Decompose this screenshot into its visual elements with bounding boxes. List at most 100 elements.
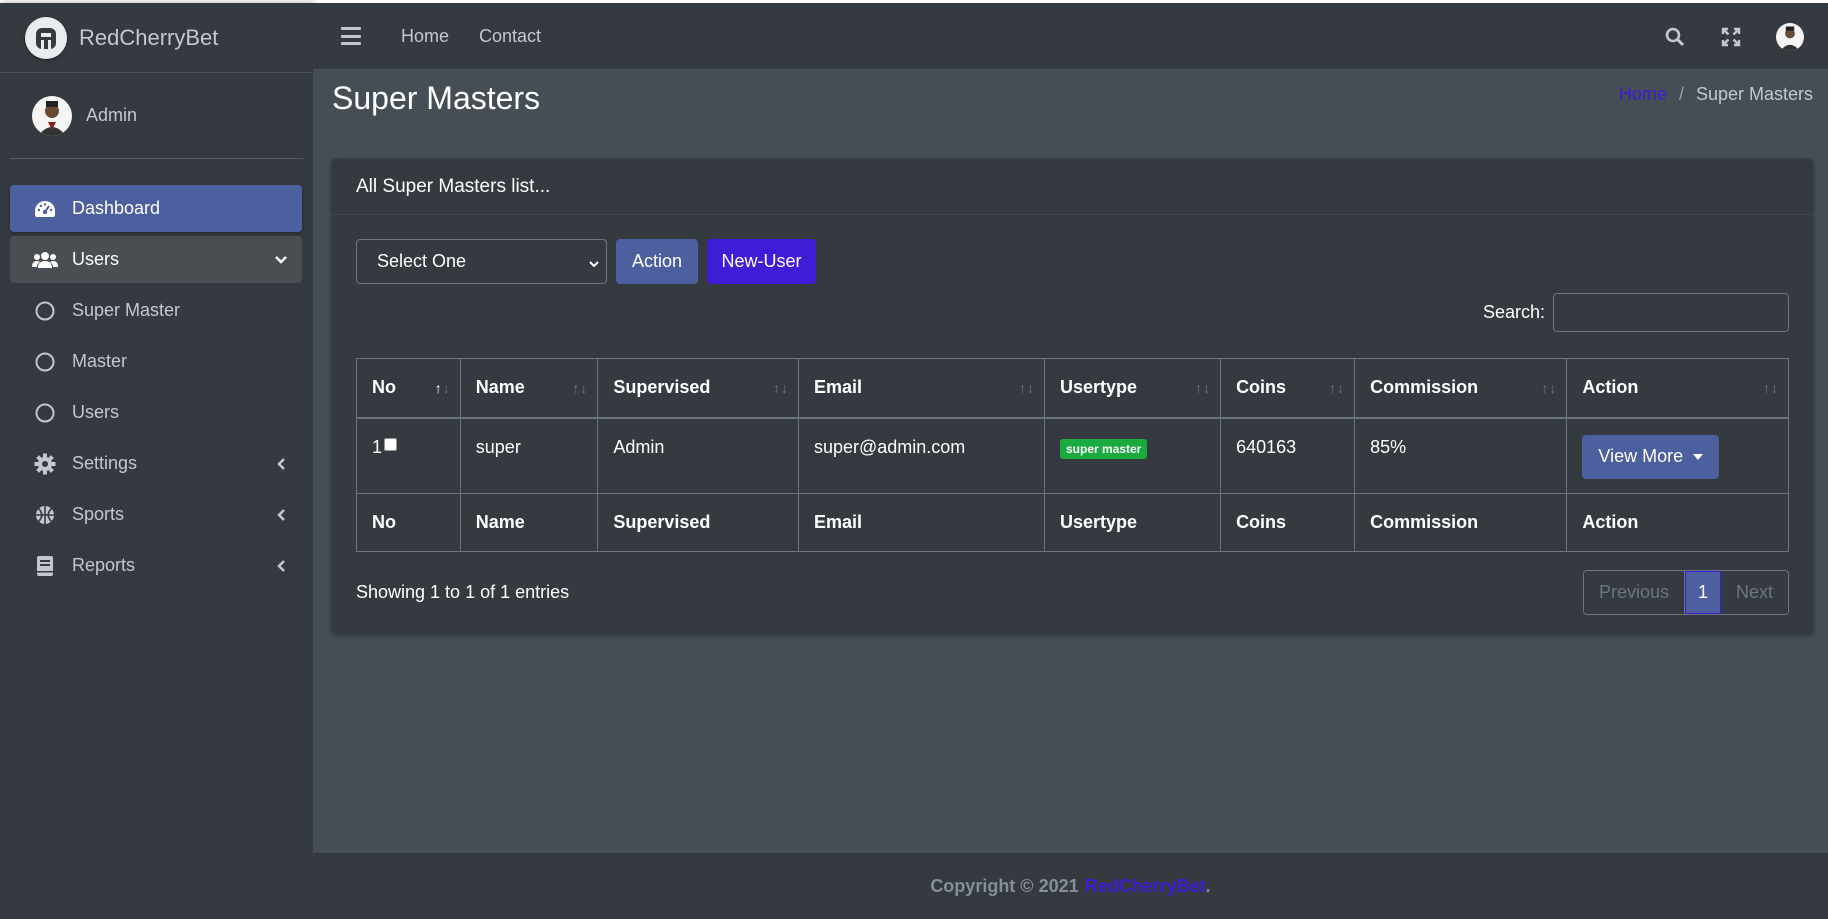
search-icon[interactable] <box>1664 26 1686 48</box>
view-more-dropdown-button[interactable]: View More <box>1582 434 1720 479</box>
pagination-previous[interactable]: Previous <box>1583 571 1685 614</box>
sort-icon: ↑ ↓ <box>572 379 588 396</box>
usertype-badge: super master <box>1059 438 1148 459</box>
nav-link-home[interactable]: Home <box>401 26 449 47</box>
row-checkbox[interactable] <box>384 438 398 452</box>
pagination-page-1[interactable]: 1 <box>1684 571 1721 614</box>
sidebar-item-label: Users <box>72 249 120 269</box>
circle-icon <box>32 402 58 424</box>
pagination: Previous 1 Next <box>1582 570 1789 615</box>
top-navbar: Home Contact <box>313 3 1828 70</box>
column-header-usertype[interactable]: Usertype ↑ ↓ <box>1043 358 1222 419</box>
sidebar-item-label: Master <box>72 351 128 371</box>
footer-header-action: Action <box>1566 493 1789 552</box>
footer-header-supervised: Supervised <box>597 493 799 552</box>
footer-header-email: Email <box>797 493 1045 552</box>
sidebar-item-label: Sports <box>72 504 125 524</box>
pagination-next[interactable]: Next <box>1720 571 1788 614</box>
sidebar-item-super-master[interactable]: Super Master <box>10 287 302 334</box>
footer-copyright: Copyright © 2021 <box>930 875 1079 896</box>
cell-action: View More <box>1566 417 1789 494</box>
sort-asc-icon: ↑ ↓ <box>434 379 450 396</box>
cell-supervised: Admin <box>597 417 799 494</box>
footer-header-no: No <box>356 493 461 552</box>
sort-icon: ↑ ↓ <box>1329 379 1345 396</box>
caret-down-icon <box>1693 453 1704 460</box>
bulk-action-controls: Select One Action New-User <box>356 239 816 284</box>
new-user-button[interactable]: New-User <box>707 239 816 284</box>
footer-header-commission: Commission <box>1354 493 1568 552</box>
sidebar-item-sports[interactable]: Sports <box>10 491 302 538</box>
column-header-name[interactable]: Name ↑ ↓ <box>459 358 599 419</box>
users-icon <box>32 249 58 271</box>
breadcrumb-separator: / <box>1678 84 1684 104</box>
footer-brand-link[interactable]: RedCherryBet <box>1085 876 1206 897</box>
column-header-action[interactable]: Action ↑ ↓ <box>1566 358 1789 419</box>
chevron-left-icon <box>274 508 288 522</box>
breadcrumb: Home / Super Masters <box>1619 84 1813 105</box>
sidebar-item-users-list[interactable]: Users <box>10 389 302 436</box>
table-row: 1 super Admin super@admin.com super mast… <box>356 417 1789 494</box>
chevron-down-icon <box>588 255 600 276</box>
brand-name: RedCherryBet <box>79 24 219 50</box>
sidebar-item-settings[interactable]: Settings <box>10 440 302 487</box>
page-footer: Copyright © 2021 RedCherryBet . <box>313 853 1828 919</box>
circle-icon <box>32 300 58 322</box>
brand-logo-icon <box>25 16 67 59</box>
nav-link-contact[interactable]: Contact <box>479 26 541 47</box>
brand-link[interactable]: RedCherryBet <box>0 3 313 73</box>
sort-icon: ↑ ↓ <box>1541 379 1557 396</box>
user-name: Admin <box>86 105 138 125</box>
circle-icon <box>32 351 58 373</box>
search-input[interactable] <box>1553 293 1789 332</box>
content-wrapper: Super Masters Home / Super Masters All S… <box>313 70 1828 853</box>
navbar-right <box>1664 3 1828 70</box>
column-header-supervised[interactable]: Supervised ↑ ↓ <box>597 358 799 419</box>
basketball-icon <box>32 504 58 526</box>
column-header-commission[interactable]: Commission ↑ ↓ <box>1354 358 1568 419</box>
super-masters-card: All Super Masters list... Select One Act… <box>332 159 1813 634</box>
sidebar-item-label: Reports <box>72 555 136 575</box>
sidebar-item-label: Super Master <box>72 300 181 320</box>
footer-header-coins: Coins <box>1220 493 1356 552</box>
breadcrumb-home-link[interactable]: Home <box>1619 84 1667 105</box>
sort-icon: ↑ ↓ <box>1018 379 1034 396</box>
select-value: Select One <box>377 251 467 271</box>
breadcrumb-current: Super Masters <box>1695 84 1813 104</box>
user-avatar <box>32 95 72 136</box>
sidebar-item-label: Users <box>72 402 120 422</box>
footer-suffix: . <box>1205 875 1211 896</box>
sidebar: RedCherryBet Admin Dashboard Users Super… <box>0 3 313 919</box>
sidebar-item-label: Dashboard <box>72 198 161 218</box>
sort-icon: ↑ ↓ <box>1195 379 1211 396</box>
sidebar-item-master[interactable]: Master <box>10 338 302 385</box>
book-icon <box>32 555 58 577</box>
column-header-email[interactable]: Email ↑ ↓ <box>797 358 1045 419</box>
table-info: Showing 1 to 1 of 1 entries <box>356 582 570 602</box>
tachometer-icon <box>32 198 58 220</box>
chevron-down-icon <box>274 253 288 267</box>
action-button[interactable]: Action <box>616 239 698 284</box>
cell-commission: 85% <box>1354 417 1568 494</box>
sidebar-item-dashboard[interactable]: Dashboard <box>10 185 302 232</box>
sidebar-item-users[interactable]: Users <box>10 236 302 283</box>
cell-no: 1 <box>356 417 461 494</box>
hamburger-menu-icon[interactable] <box>341 27 361 45</box>
fullscreen-icon[interactable] <box>1720 26 1742 48</box>
navbar-user-avatar[interactable] <box>1776 22 1804 51</box>
sidebar-item-reports[interactable]: Reports <box>10 542 302 589</box>
search-label: Search: <box>1482 302 1545 322</box>
sort-icon: ↑ ↓ <box>1763 379 1778 396</box>
chevron-left-icon <box>274 559 288 573</box>
chevron-left-icon <box>274 457 288 471</box>
footer-header-name: Name <box>459 493 599 552</box>
bulk-action-select[interactable]: Select One <box>356 239 607 284</box>
cell-name: super <box>459 417 599 494</box>
column-header-coins[interactable]: Coins ↑ ↓ <box>1220 358 1356 419</box>
sidebar-nav: Dashboard Users Super Master Master User… <box>10 185 302 593</box>
sidebar-item-label: Settings <box>72 453 138 473</box>
cell-email: super@admin.com <box>797 417 1045 494</box>
user-panel[interactable]: Admin <box>10 73 303 159</box>
column-header-no[interactable]: No ↑ ↓ <box>356 358 461 419</box>
cell-coins: 640163 <box>1220 417 1356 494</box>
